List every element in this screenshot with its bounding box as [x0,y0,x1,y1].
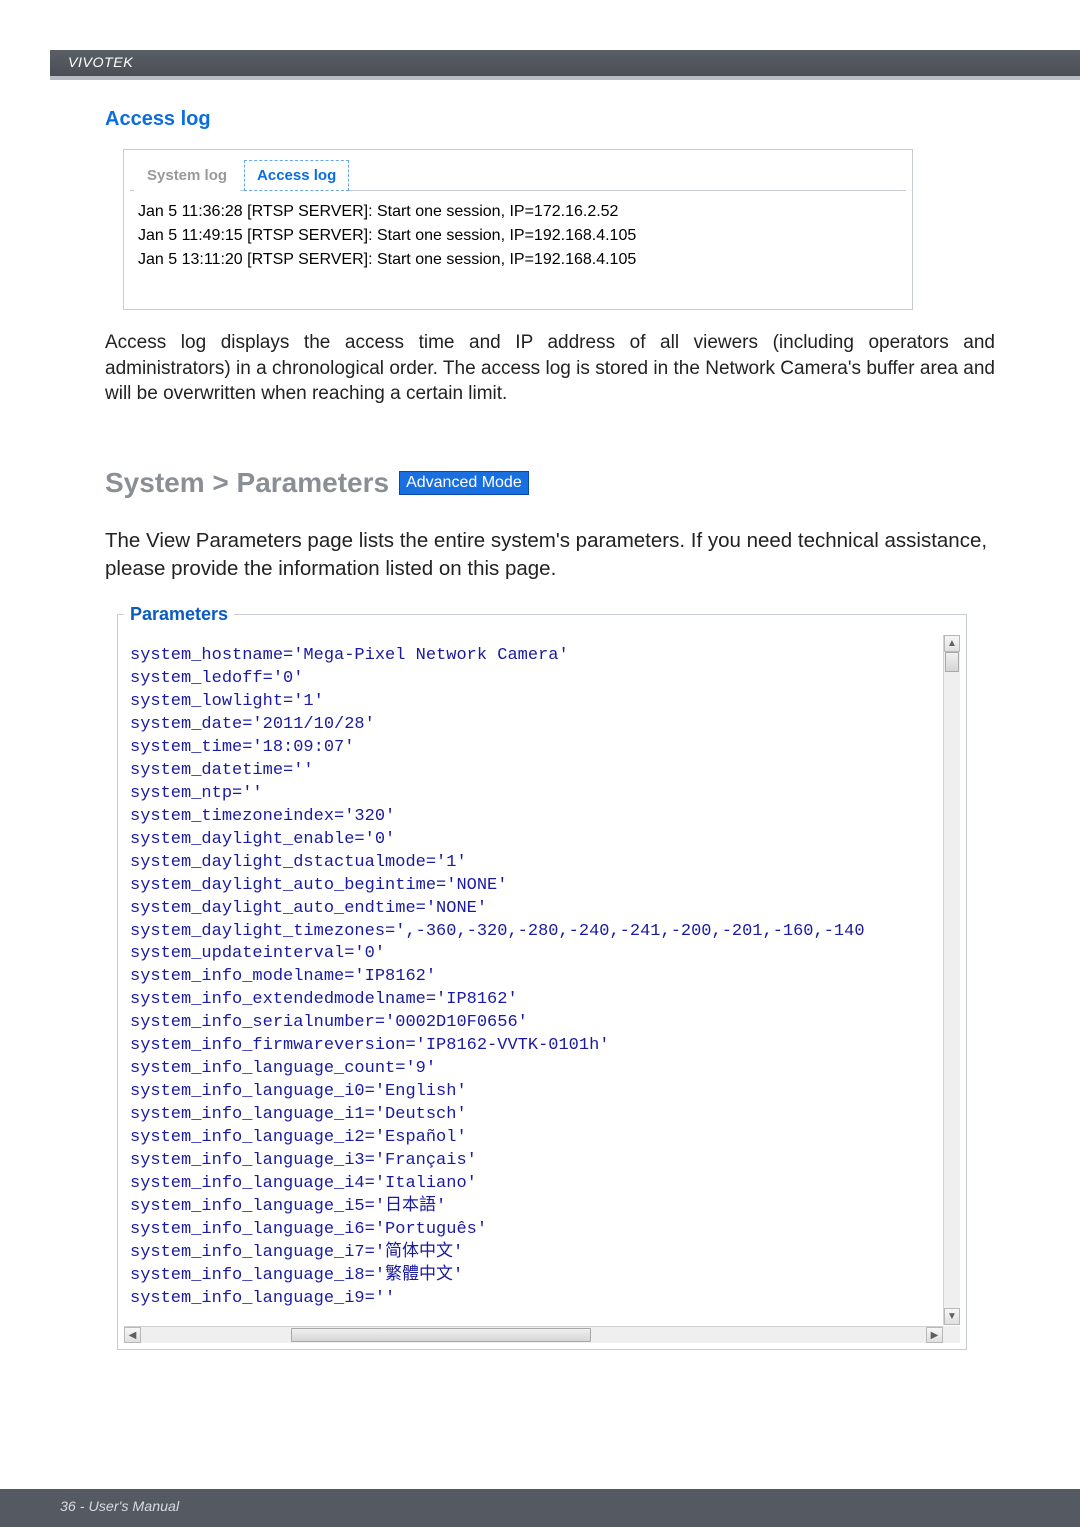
brand-bar: VIVOTEK [50,50,1080,80]
parameters-panel: Parameters system_hostname='Mega-Pixel N… [117,604,967,1350]
scroll-right-icon[interactable]: ▶ [926,1327,943,1343]
tab-strip: System log Access log [130,156,906,191]
page-footer: 36 - User's Manual [0,1489,1080,1527]
horizontal-scrollbar[interactable]: ◀ ▶ [124,1326,943,1343]
access-log-panel: System log Access log Jan 5 11:36:28 [RT… [123,149,913,310]
scroll-corner [943,1326,960,1343]
horizontal-scroll-thumb[interactable] [291,1328,591,1342]
vertical-scrollbar[interactable]: ▲ ▼ [943,635,960,1325]
parameters-heading-row: System > Parameters Advanced Mode [105,467,995,499]
brand-label: VIVOTEK [68,55,133,71]
vertical-scroll-track[interactable] [944,652,960,1308]
parameters-legend: Parameters [124,604,234,625]
log-entry: Jan 5 13:11:20 [RTSP SERVER]: Start one … [138,251,898,269]
parameters-heading: System > Parameters [105,467,389,499]
vertical-scroll-thumb[interactable] [945,652,959,672]
horizontal-scroll-track[interactable] [141,1327,926,1343]
log-body: Jan 5 11:36:28 [RTSP SERVER]: Start one … [130,191,906,279]
access-log-description: Access log displays the access time and … [105,330,995,407]
scroll-down-icon[interactable]: ▼ [944,1308,960,1325]
log-entry: Jan 5 11:36:28 [RTSP SERVER]: Start one … [138,203,898,221]
parameters-text[interactable]: system_hostname='Mega-Pixel Network Came… [124,635,960,1343]
tab-access-log[interactable]: Access log [244,160,349,191]
scroll-up-icon[interactable]: ▲ [944,635,960,652]
access-log-title: Access log [105,108,995,131]
log-entry: Jan 5 11:49:15 [RTSP SERVER]: Start one … [138,227,898,245]
scroll-left-icon[interactable]: ◀ [124,1327,141,1343]
tab-system-log[interactable]: System log [134,160,240,191]
parameters-intro: The View Parameters page lists the entir… [105,527,995,582]
advanced-mode-badge: Advanced Mode [399,471,529,495]
